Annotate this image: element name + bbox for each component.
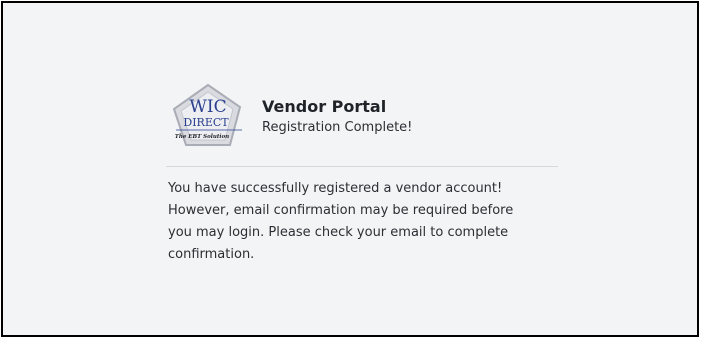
message-line: you may login. Please check your email t… bbox=[168, 225, 509, 240]
page-subtitle: Registration Complete! bbox=[262, 120, 413, 135]
header-titles: Vendor Portal Registration Complete! bbox=[262, 97, 412, 137]
message-line: You have successfully registered a vendo… bbox=[168, 181, 503, 196]
registration-card: WIC DIRECT The EBT Solution Vendor Porta… bbox=[166, 83, 558, 262]
logo-text-direct: DIRECT bbox=[183, 116, 229, 129]
confirmation-message: You have successfully registered a vendo… bbox=[168, 178, 563, 266]
message-line: However, email confirmation may be requi… bbox=[168, 203, 514, 218]
message-line: confirmation. bbox=[168, 247, 255, 262]
wic-direct-logo-graphic: WIC DIRECT The EBT Solution bbox=[172, 83, 242, 146]
logo-text-wic: WIC bbox=[189, 97, 226, 117]
wic-direct-logo: WIC DIRECT The EBT Solution bbox=[166, 83, 248, 149]
logo-tagline: The EBT Solution bbox=[175, 134, 229, 140]
page-title: Vendor Portal bbox=[262, 97, 387, 116]
page-frame: WIC DIRECT The EBT Solution Vendor Porta… bbox=[1, 1, 699, 337]
divider bbox=[166, 166, 558, 167]
card-header: WIC DIRECT The EBT Solution Vendor Porta… bbox=[166, 83, 558, 167]
